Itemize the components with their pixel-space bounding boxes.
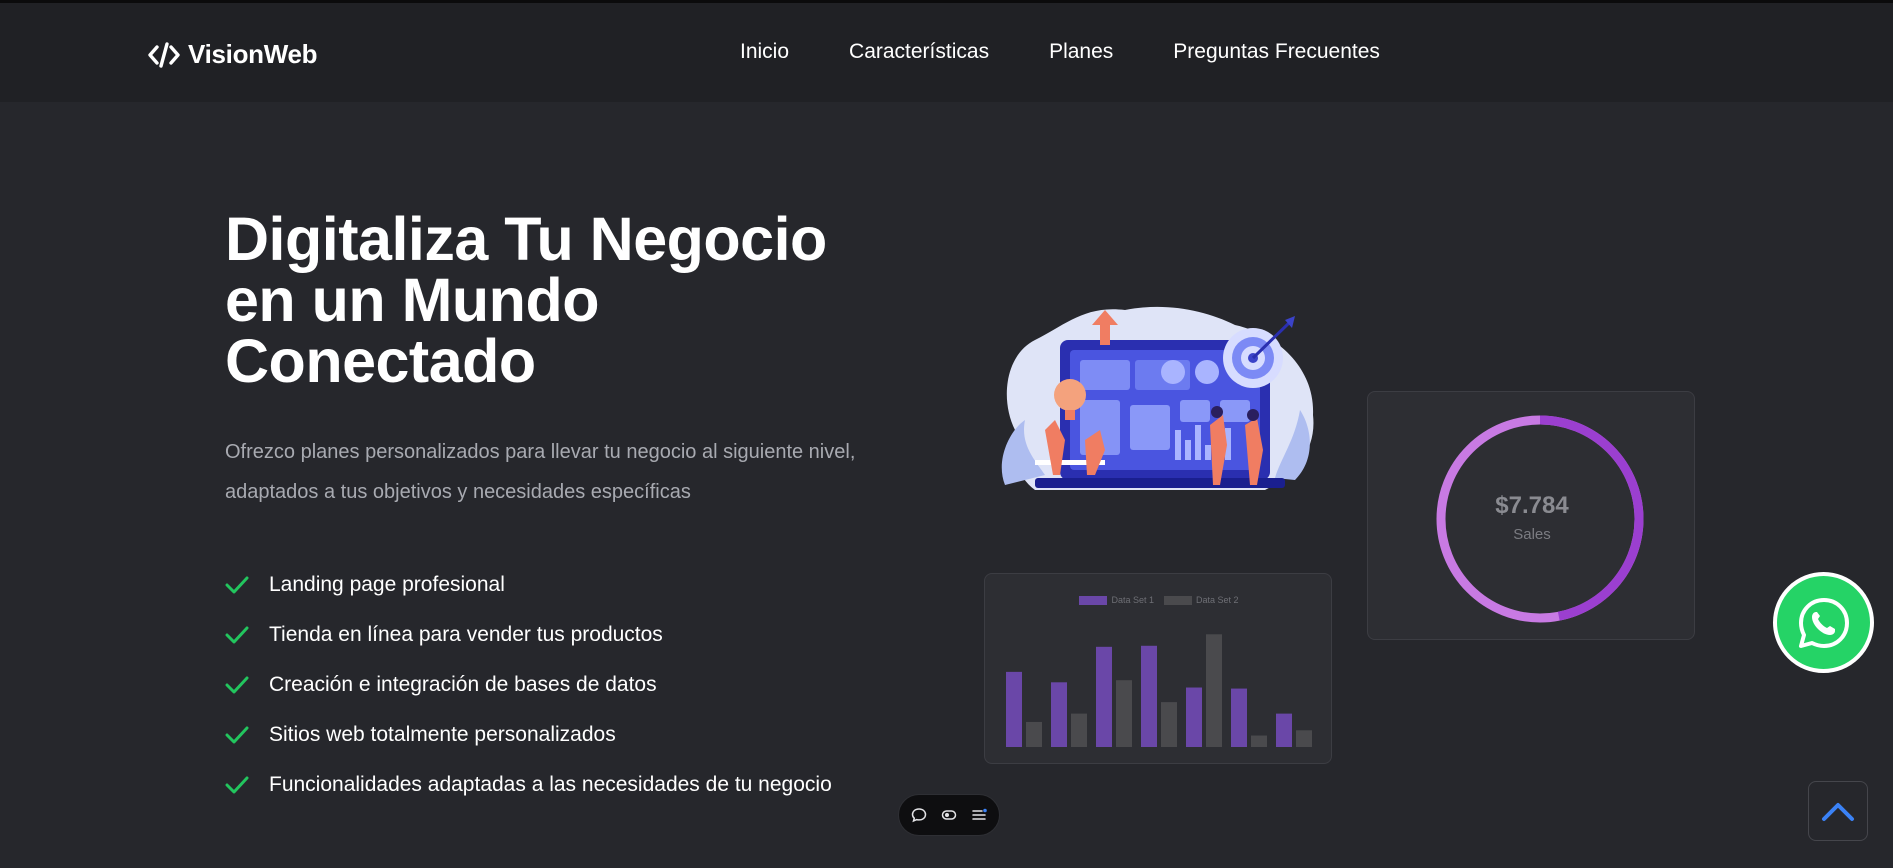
feature-item: Funcionalidades adaptadas a las necesida… (225, 760, 832, 810)
bar-2-6 (1251, 735, 1267, 747)
chevron-up-icon (1822, 803, 1854, 821)
bar-1-1 (1006, 671, 1022, 747)
feature-label: Landing page profesional (269, 573, 505, 596)
bar-1-3 (1096, 646, 1112, 747)
code-brackets-icon (148, 41, 180, 68)
bar-2-7 (1296, 730, 1312, 747)
brand-logo[interactable]: VisionWeb (148, 39, 318, 70)
hero-title-line: Conectado (225, 327, 536, 395)
bar-chart (1006, 634, 1312, 747)
bar-2-1 (1026, 721, 1042, 747)
sales-value: $7.784 (1495, 492, 1569, 519)
bar-2-3 (1116, 680, 1132, 747)
bar-1-5 (1186, 687, 1202, 747)
nav-link-caracteristicas[interactable]: Características (849, 40, 989, 64)
hero-title: Digitaliza Tu Negocio en un Mundo Conect… (225, 209, 885, 392)
checkmark-icon (225, 776, 249, 794)
checkmark-icon (225, 676, 249, 694)
hero-title-line: en un Mundo (225, 266, 599, 334)
whatsapp-icon (1798, 597, 1849, 648)
bar-2-2 (1071, 713, 1087, 747)
menu-icon[interactable] (971, 807, 987, 823)
sales-label: Sales (1513, 526, 1551, 543)
feature-item: Landing page profesional (225, 560, 832, 610)
bar-1-6 (1231, 688, 1247, 747)
brand-name: VisionWeb (188, 39, 318, 69)
nav-link-inicio[interactable]: Inicio (740, 40, 789, 64)
bar-1-7 (1276, 713, 1292, 747)
checkmark-icon (225, 576, 249, 594)
feature-label: Tienda en línea para vender tus producto… (269, 623, 663, 646)
toggle-icon[interactable] (941, 807, 957, 823)
floating-toolbar (898, 794, 1000, 836)
feature-item: Tienda en línea para vender tus producto… (225, 610, 832, 660)
checkmark-icon (225, 626, 249, 644)
feature-label: Creación e integración de bases de datos (269, 673, 657, 696)
main-nav: Inicio Características Planes Preguntas … (740, 40, 1440, 64)
bar-chart-card: Data Set 1 Data Set 2 (984, 573, 1332, 764)
hero-title-line: Digitaliza Tu Negocio (225, 205, 827, 273)
feature-item: Sitios web totalmente personalizados (225, 710, 832, 760)
hero-subtitle: Ofrezco planes personalizados para lleva… (225, 441, 856, 503)
feature-label: Sitios web totalmente personalizados (269, 723, 616, 746)
navbar: VisionWeb Inicio Características Planes … (0, 3, 1893, 102)
checkmark-icon (225, 726, 249, 744)
bar-1-4 (1141, 645, 1157, 747)
sales-card: $7.784 Sales (1367, 391, 1695, 640)
nav-link-planes[interactable]: Planes (1049, 40, 1113, 64)
bar-2-5 (1206, 634, 1222, 747)
feature-list: Landing page profesional Tienda en línea… (225, 560, 832, 810)
comment-icon[interactable] (911, 807, 927, 823)
feature-label: Funcionalidades adaptadas a las necesida… (269, 773, 832, 796)
bar-1-2 (1051, 682, 1067, 747)
nav-link-preguntas[interactable]: Preguntas Frecuentes (1173, 40, 1380, 64)
feature-item: Creación e integración de bases de datos (225, 660, 832, 710)
hero-illustration (1001, 306, 1314, 490)
scroll-top-button[interactable] (1808, 781, 1868, 841)
bar-2-4 (1161, 702, 1177, 747)
whatsapp-button[interactable] (1773, 572, 1874, 673)
